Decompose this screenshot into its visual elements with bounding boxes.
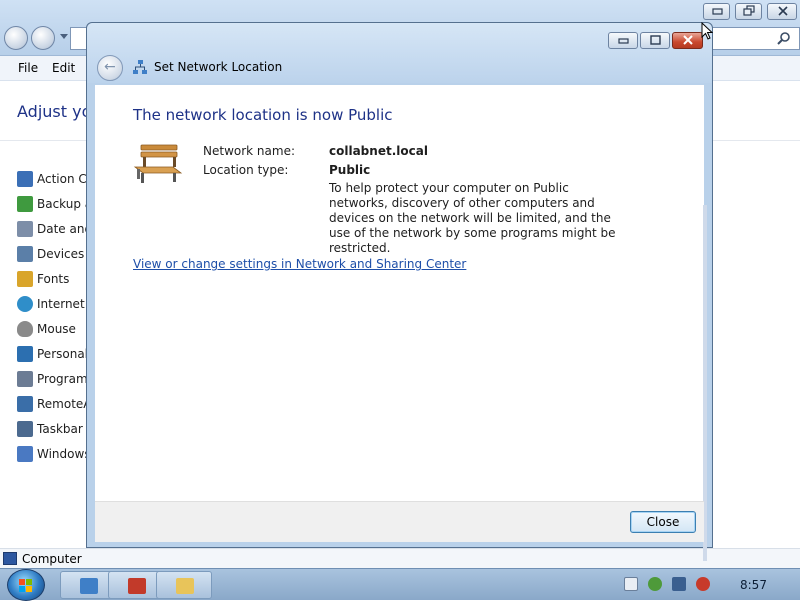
dialog-content: The network location is now Public Netwo… — [95, 85, 707, 561]
start-button[interactable] — [7, 569, 45, 601]
taskbar-explorer-button[interactable] — [156, 571, 212, 599]
dialog-title: Set Network Location — [154, 60, 283, 74]
cp-item-programs[interactable]: Programs — [17, 369, 94, 389]
cp-item-date-time[interactable]: Date and — [17, 219, 92, 239]
cp-item-taskbar[interactable]: Taskbar a — [17, 419, 94, 439]
back-arrow-icon: ← — [104, 59, 116, 75]
restore-icon — [743, 5, 755, 16]
cp-item-remoteapp[interactable]: RemoteA — [17, 394, 92, 414]
toolbox-icon — [128, 578, 146, 594]
cp-item-label: RemoteA — [37, 397, 92, 411]
location-type-value: Public — [329, 163, 371, 177]
flag-icon — [17, 171, 33, 187]
cp-item-label: Fonts — [37, 272, 70, 286]
mouse-cursor-icon — [701, 22, 713, 40]
close-icon — [778, 6, 788, 16]
cp-item-windows[interactable]: Windows — [17, 444, 91, 464]
calendar-icon — [17, 221, 33, 237]
network-name-label: Network name: — [203, 144, 295, 158]
dialog-footer: Close — [95, 501, 704, 542]
windows-logo-icon — [19, 579, 32, 592]
minimize-icon — [712, 8, 723, 15]
taskbar: 8:57 — [0, 568, 800, 601]
dialog-heading: The network location is now Public — [133, 106, 393, 124]
cp-item-internet[interactable]: Internet C — [17, 294, 97, 314]
windows-update-icon — [17, 446, 33, 462]
park-bench-icon — [133, 144, 183, 183]
maximize-icon — [650, 35, 661, 45]
recent-pages-chevron-down-icon[interactable] — [60, 34, 68, 39]
cp-item-label: Mouse — [37, 322, 76, 336]
close-button[interactable]: Close — [630, 511, 696, 533]
location-description: To help protect your computer on Public … — [329, 181, 616, 255]
search-icon[interactable] — [777, 31, 791, 45]
network-sharing-center-link[interactable]: View or change settings in Network and S… — [133, 257, 466, 271]
status-bar: Computer — [0, 548, 800, 568]
menu-file[interactable]: File — [18, 61, 38, 75]
network-icon — [133, 60, 147, 74]
monitor-icon — [17, 346, 33, 362]
control-panel-icon — [80, 578, 98, 594]
back-button[interactable] — [4, 26, 28, 50]
network-icon[interactable] — [672, 577, 686, 591]
dialog-minimize-button[interactable] — [608, 32, 638, 49]
mouse-icon — [17, 321, 33, 337]
taskbar-icon — [17, 421, 33, 437]
minimize-icon — [618, 38, 629, 44]
cp-item-label: Windows — [37, 447, 91, 461]
cp-item-mouse[interactable]: Mouse — [17, 319, 76, 339]
cp-item-label: Date and — [37, 222, 93, 236]
globe-icon — [17, 296, 33, 312]
restore-button[interactable] — [735, 3, 762, 20]
fonts-icon — [17, 271, 33, 287]
backup-icon — [17, 196, 33, 212]
remoteapp-icon — [17, 396, 33, 412]
devices-icon — [17, 246, 33, 262]
action-center-icon[interactable] — [648, 577, 662, 591]
cp-item-label: Backup a — [37, 197, 93, 211]
minimize-button[interactable] — [703, 3, 730, 20]
dialog-back-button[interactable]: ← — [97, 55, 123, 81]
network-name-value: collabnet.local — [329, 144, 428, 158]
menu-edit[interactable]: Edit — [52, 61, 75, 75]
cp-item-fonts[interactable]: Fonts — [17, 269, 69, 289]
notes-icon[interactable] — [624, 577, 638, 591]
cp-item-devices[interactable]: Devices a — [17, 244, 95, 264]
dialog-close-button[interactable] — [672, 32, 703, 49]
cp-item-backup[interactable]: Backup a — [17, 194, 92, 214]
volume-muted-icon[interactable] — [696, 577, 710, 591]
folder-icon — [176, 578, 194, 594]
status-text: Computer — [22, 552, 82, 566]
location-type-label: Location type: — [203, 163, 289, 177]
forward-button[interactable] — [31, 26, 55, 50]
programs-icon — [17, 371, 33, 387]
set-network-location-dialog: ← Set Network Location The network locat… — [86, 22, 713, 561]
close-icon — [683, 35, 693, 45]
close-window-button[interactable] — [767, 3, 797, 20]
dialog-titlebar: ← Set Network Location — [87, 23, 712, 83]
clock[interactable]: 8:57 — [740, 578, 767, 592]
computer-icon — [3, 552, 17, 565]
cp-item-action-center[interactable]: Action Ce — [17, 169, 94, 189]
dialog-maximize-button[interactable] — [640, 32, 670, 49]
system-tray — [608, 569, 800, 601]
